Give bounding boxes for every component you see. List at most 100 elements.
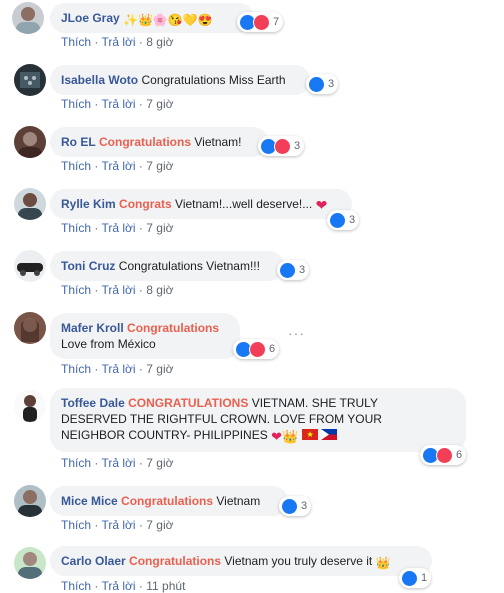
reaction-summary[interactable]: 6 bbox=[233, 339, 280, 359]
separator: · bbox=[94, 283, 99, 297]
love-reaction-icon bbox=[249, 340, 266, 358]
like-link[interactable]: Thích bbox=[61, 35, 91, 49]
reply-link[interactable]: Trả lời bbox=[101, 159, 135, 173]
reaction-summary[interactable]: 7 bbox=[237, 12, 284, 32]
separator: · bbox=[94, 35, 99, 49]
timestamp[interactable]: 7 giờ bbox=[146, 159, 173, 173]
reaction-count: 3 bbox=[301, 500, 308, 512]
reaction-summary[interactable]: 3 bbox=[258, 136, 305, 156]
like-link[interactable]: Thích bbox=[61, 221, 91, 235]
timestamp[interactable]: 8 giờ bbox=[146, 283, 173, 297]
like-link[interactable]: Thích bbox=[61, 97, 91, 111]
comment-bubble: Carlo Olaer Congratulations Vietnam you … bbox=[50, 546, 432, 576]
reply-link[interactable]: Trả lời bbox=[101, 283, 135, 297]
reaction-summary[interactable]: 3 bbox=[327, 210, 360, 230]
timestamp[interactable]: 7 giờ bbox=[146, 518, 173, 532]
reply-link[interactable]: Trả lời bbox=[101, 456, 135, 470]
avatar[interactable] bbox=[14, 390, 46, 422]
commenter-name[interactable]: Isabella Woto bbox=[61, 73, 138, 87]
highlight-keyword: Congratulations bbox=[121, 494, 214, 508]
emoji-string: ❤👑 bbox=[271, 429, 299, 444]
comment-bubble: Mafer Kroll Congratulations Love from Mé… bbox=[50, 313, 240, 359]
like-reaction-icon bbox=[308, 75, 325, 93]
like-reaction-icon bbox=[279, 261, 296, 279]
reaction-count: 3 bbox=[349, 214, 356, 226]
reaction-count: 1 bbox=[421, 572, 428, 584]
like-link[interactable]: Thích bbox=[61, 283, 91, 297]
avatar[interactable] bbox=[14, 312, 46, 344]
crown-emoji: 👑 bbox=[375, 556, 391, 570]
philippines-flag-icon bbox=[320, 429, 337, 440]
comment-text: VIETNAM. SHE TRULY bbox=[251, 396, 378, 410]
commenter-name[interactable]: Toni Cruz bbox=[61, 259, 115, 273]
commenter-name[interactable]: Carlo Olaer bbox=[61, 554, 126, 568]
like-link[interactable]: Thích bbox=[61, 579, 91, 593]
commenter-name[interactable]: Rylle Kim bbox=[61, 197, 116, 211]
reply-link[interactable]: Trả lời bbox=[101, 362, 135, 376]
comment-actions: Thích · Trả lời · 8 giờ bbox=[61, 35, 173, 49]
like-link[interactable]: Thích bbox=[61, 518, 91, 532]
commenter-name[interactable]: Mafer Kroll bbox=[61, 321, 124, 335]
comment-bubble: Rylle Kim Congrats Vietnam!...well deser… bbox=[50, 189, 352, 219]
timestamp[interactable]: 7 giờ bbox=[146, 221, 173, 235]
highlight-keyword: CONGRATULATIONS bbox=[128, 396, 249, 410]
highlight-keyword: Congratulations bbox=[127, 321, 220, 335]
reaction-summary[interactable]: 3 bbox=[277, 260, 310, 280]
timestamp[interactable]: 7 giờ bbox=[146, 456, 173, 470]
love-reaction-icon bbox=[253, 13, 270, 31]
comment-bubble: Toni Cruz Congratulations Vietnam!!! bbox=[50, 251, 284, 281]
comment-actions: Thích · Trả lời · 7 giờ bbox=[61, 159, 173, 173]
comment-actions: Thích · Trả lời · 7 giờ bbox=[61, 456, 173, 470]
comment-actions: Thích · Trả lời · 7 giờ bbox=[61, 97, 173, 111]
separator: · bbox=[138, 362, 143, 376]
avatar[interactable] bbox=[14, 547, 46, 579]
separator: · bbox=[94, 159, 99, 173]
highlight-keyword: Congratulations bbox=[99, 135, 192, 149]
reaction-summary[interactable]: 3 bbox=[279, 496, 312, 516]
reply-link[interactable]: Trả lời bbox=[101, 35, 135, 49]
reply-link[interactable]: Trả lời bbox=[101, 518, 135, 532]
timestamp[interactable]: 11 phút bbox=[146, 579, 185, 593]
timestamp[interactable]: 7 giờ bbox=[146, 362, 173, 376]
timestamp[interactable]: 7 giờ bbox=[146, 97, 173, 111]
avatar[interactable] bbox=[14, 188, 46, 220]
reaction-summary[interactable]: 3 bbox=[306, 74, 339, 94]
avatar[interactable] bbox=[14, 126, 46, 158]
love-reaction-icon bbox=[436, 446, 453, 464]
separator: · bbox=[138, 283, 143, 297]
commenter-name[interactable]: Mice Mice bbox=[61, 494, 118, 508]
avatar[interactable] bbox=[14, 485, 46, 517]
like-link[interactable]: Thích bbox=[61, 362, 91, 376]
avatar[interactable] bbox=[12, 2, 44, 34]
highlight-keyword: Congratulations bbox=[129, 554, 222, 568]
like-reaction-icon bbox=[401, 569, 418, 587]
comment-bubble: Ro EL Congratulations Vietnam! bbox=[50, 127, 268, 157]
reply-link[interactable]: Trả lời bbox=[101, 579, 135, 593]
commenter-name[interactable]: Ro EL bbox=[61, 135, 96, 149]
reaction-count: 3 bbox=[294, 140, 301, 152]
reaction-count: 6 bbox=[269, 343, 276, 355]
comment-bubble: Toffee Dale CONGRATULATIONS VIETNAM. SHE… bbox=[50, 388, 466, 452]
reply-link[interactable]: Trả lời bbox=[101, 97, 135, 111]
reaction-summary[interactable]: 6 bbox=[420, 445, 467, 465]
timestamp[interactable]: 8 giờ bbox=[146, 35, 173, 49]
commenter-name[interactable]: JLoe Gray bbox=[61, 11, 120, 25]
comment-actions: Thích · Trả lời · 11 phút bbox=[61, 579, 185, 593]
reaction-summary[interactable]: 1 bbox=[399, 568, 432, 588]
comment-actions: Thích · Trả lời · 7 giờ bbox=[61, 362, 173, 376]
like-link[interactable]: Thích bbox=[61, 159, 91, 173]
like-link[interactable]: Thích bbox=[61, 456, 91, 470]
more-options-icon[interactable]: ··· bbox=[288, 325, 305, 341]
reply-link[interactable]: Trả lời bbox=[101, 221, 135, 235]
separator: · bbox=[94, 97, 99, 111]
like-reaction-icon bbox=[329, 211, 346, 229]
separator: · bbox=[138, 579, 143, 593]
heart-emoji: ❤ bbox=[315, 197, 328, 213]
comment-text: NEIGHBOR COUNTRY- PHILIPPINES bbox=[61, 428, 268, 442]
avatar[interactable] bbox=[14, 64, 46, 96]
separator: · bbox=[94, 362, 99, 376]
comment-text: Vietnam you truly deserve it bbox=[224, 554, 373, 568]
separator: · bbox=[94, 221, 99, 235]
avatar[interactable] bbox=[14, 250, 46, 282]
commenter-name[interactable]: Toffee Dale bbox=[61, 396, 125, 410]
